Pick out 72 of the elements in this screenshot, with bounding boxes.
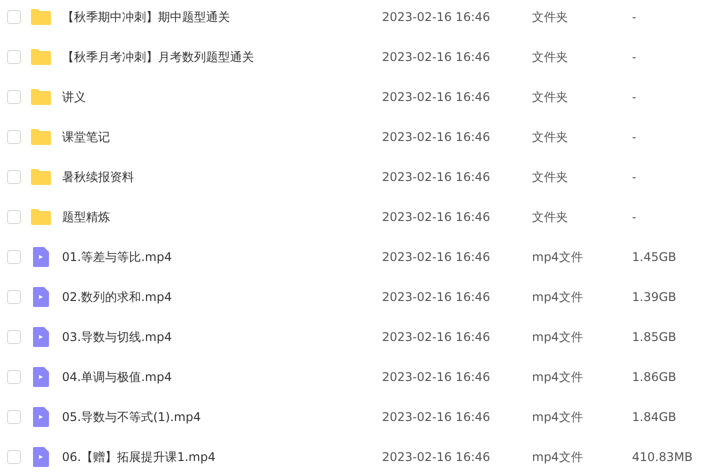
checkbox[interactable]: [7, 370, 21, 384]
modified-date: 2023-02-16 16:46: [382, 130, 492, 144]
file-name[interactable]: 题型精炼: [62, 208, 382, 226]
folder-icon: [31, 209, 51, 225]
file-name[interactable]: 【秋季期中冲刺】期中题型通关: [62, 8, 382, 26]
file-size: 1.86GB: [632, 370, 676, 384]
video-file-icon: [33, 287, 49, 307]
file-size: -: [632, 210, 636, 224]
file-size: -: [632, 170, 636, 184]
checkbox[interactable]: [7, 450, 21, 464]
file-name[interactable]: 暑秋续报资料: [62, 168, 382, 186]
checkbox[interactable]: [7, 170, 21, 184]
file-size: 1.39GB: [632, 290, 676, 304]
folder-icon: [31, 89, 51, 105]
folder-icon: [31, 49, 51, 65]
checkbox[interactable]: [7, 50, 21, 64]
file-type: mp4文件: [532, 288, 584, 306]
file-size: -: [632, 10, 636, 24]
checkbox[interactable]: [7, 290, 21, 304]
checkbox[interactable]: [7, 130, 21, 144]
modified-date: 2023-02-16 16:46: [382, 90, 492, 104]
modified-date: 2023-02-16 16:46: [382, 410, 492, 424]
modified-date: 2023-02-16 16:46: [382, 50, 492, 64]
file-name[interactable]: 04.单调与极值.mp4: [62, 368, 382, 386]
file-name[interactable]: 03.导数与切线.mp4: [62, 328, 382, 346]
file-type: 文件夹: [532, 48, 569, 66]
folder-icon: [31, 169, 51, 185]
file-size: -: [632, 50, 636, 64]
modified-date: 2023-02-16 16:46: [382, 450, 492, 464]
modified-date: 2023-02-16 16:46: [382, 210, 492, 224]
video-file-icon: [33, 367, 49, 387]
file-size: 410.83MB: [632, 450, 693, 464]
checkbox[interactable]: [7, 410, 21, 424]
file-type: mp4文件: [532, 368, 584, 386]
file-type: 文件夹: [532, 208, 569, 226]
checkbox[interactable]: [7, 330, 21, 344]
folder-icon: [31, 129, 51, 145]
file-name[interactable]: 01.等差与等比.mp4: [62, 248, 382, 266]
file-size: 1.45GB: [632, 250, 676, 264]
checkbox[interactable]: [7, 90, 21, 104]
file-name[interactable]: 课堂笔记: [62, 128, 382, 146]
video-file-icon: [33, 247, 49, 267]
checkbox[interactable]: [7, 250, 21, 264]
file-type: mp4文件: [532, 408, 584, 426]
file-type: 文件夹: [532, 88, 569, 106]
file-size: -: [632, 130, 636, 144]
file-name[interactable]: 讲义: [62, 88, 382, 106]
file-type: 文件夹: [532, 8, 569, 26]
file-name[interactable]: 05.导数与不等式(1).mp4: [62, 408, 382, 426]
file-type: mp4文件: [532, 328, 584, 346]
video-file-icon: [33, 327, 49, 347]
file-size: -: [632, 90, 636, 104]
file-type: 文件夹: [532, 168, 569, 186]
folder-icon: [31, 9, 51, 25]
file-size: 1.84GB: [632, 410, 676, 424]
modified-date: 2023-02-16 16:46: [382, 170, 492, 184]
modified-date: 2023-02-16 16:46: [382, 330, 492, 344]
file-type: mp4文件: [532, 248, 584, 266]
modified-date: 2023-02-16 16:46: [382, 370, 492, 384]
file-name[interactable]: 02.数列的求和.mp4: [62, 288, 382, 306]
file-size: 1.85GB: [632, 330, 676, 344]
file-type: mp4文件: [532, 448, 584, 466]
file-name[interactable]: 06.【赠】拓展提升课1.mp4: [62, 448, 382, 466]
video-file-icon: [33, 447, 49, 467]
checkbox[interactable]: [7, 10, 21, 24]
modified-date: 2023-02-16 16:46: [382, 10, 492, 24]
checkbox[interactable]: [7, 210, 21, 224]
file-type: 文件夹: [532, 128, 569, 146]
video-file-icon: [33, 407, 49, 427]
modified-date: 2023-02-16 16:46: [382, 250, 492, 264]
file-name[interactable]: 【秋季月考冲刺】月考数列题型通关: [62, 48, 382, 66]
modified-date: 2023-02-16 16:46: [382, 290, 492, 304]
